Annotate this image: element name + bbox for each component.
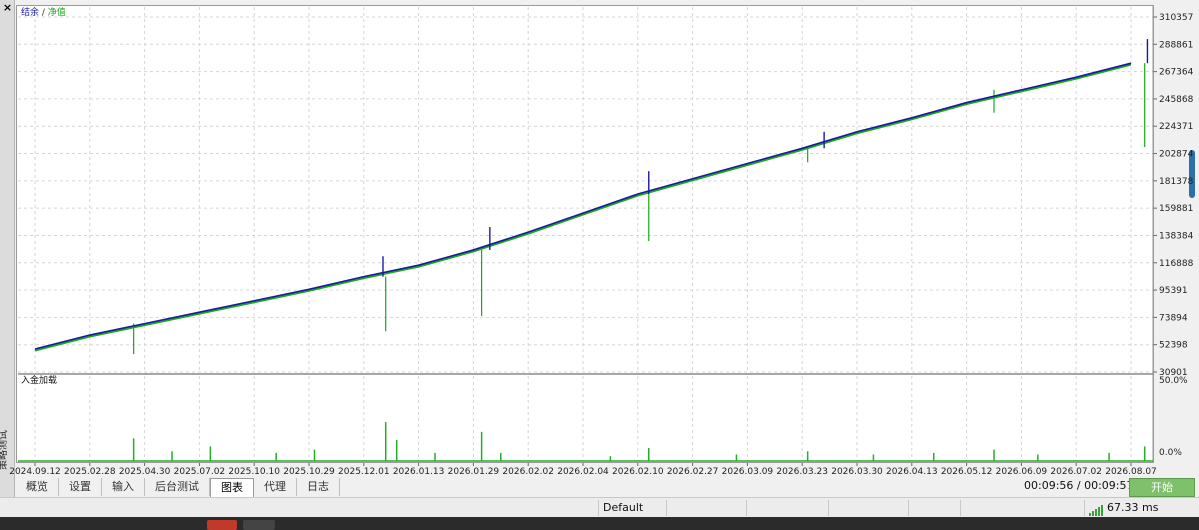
y-tick-label: 181378 — [1159, 177, 1194, 187]
deposit-load-legend: 入金加载 — [21, 374, 57, 386]
chart-legend: 结余 / 净值 — [21, 6, 66, 18]
status-cell-empty-2 — [746, 500, 828, 516]
y-tick-label: 267364 — [1159, 68, 1194, 78]
x-tick-label: 2025.10.29 — [283, 467, 335, 477]
tester-tabs: 概览 设置 输入 后台测试 图表 代理 日志 — [16, 477, 1126, 497]
y-tick-label: 202874 — [1159, 150, 1194, 160]
status-bar: Default 67.33 ms — [0, 497, 1199, 518]
start-button[interactable]: 开始 — [1129, 478, 1195, 497]
tab-overview[interactable]: 概览 — [16, 478, 59, 496]
y-tick-label: 159881 — [1159, 204, 1193, 214]
x-tick-label: 2026.02.10 — [612, 467, 664, 477]
y-tick-label: 245868 — [1159, 95, 1194, 105]
tab-agents[interactable]: 代理 — [254, 478, 297, 496]
x-tick-label: 2026.06.09 — [996, 467, 1048, 477]
y-tick-label: 95391 — [1159, 286, 1188, 296]
x-tick-label: 2026.01.13 — [393, 467, 445, 477]
x-tick-label: 2025.02.28 — [64, 467, 116, 477]
tab-settings[interactable]: 设置 — [59, 478, 102, 496]
y-tick-label: 310357 — [1159, 13, 1193, 23]
status-cell-empty-4 — [908, 500, 960, 516]
y-tick-label: 138384 — [1159, 231, 1194, 241]
y-tick-label: 52398 — [1159, 341, 1188, 351]
x-tick-label: 2026.02.27 — [667, 467, 719, 477]
profile-status: Default — [598, 500, 666, 516]
x-tick-label: 2026.08.07 — [1105, 467, 1157, 477]
x-tick-label: 2025.07.02 — [174, 467, 226, 477]
taskbar-app-icon[interactable] — [243, 520, 275, 530]
elapsed-timer: 00:09:56 / 00:09:57 — [1024, 479, 1134, 492]
x-tick-label: 2026.03.23 — [776, 467, 828, 477]
ping-value: 67.33 ms — [1107, 501, 1159, 514]
tab-journal[interactable]: 日志 — [297, 478, 340, 496]
legend-item: 净值 — [48, 6, 66, 18]
signal-bars-icon — [1089, 500, 1104, 516]
connection-status: 67.33 ms — [1084, 500, 1194, 516]
status-cell-empty-3 — [828, 500, 908, 516]
x-tick-label: 2026.07.02 — [1050, 467, 1102, 477]
y-tick-label: 0.0% — [1159, 448, 1182, 458]
tab-backtest[interactable]: 后台测试 — [145, 478, 210, 496]
x-tick-label: 2026.02.02 — [502, 467, 554, 477]
legend-item: 结余 — [21, 6, 39, 18]
x-tick-label: 2026.03.30 — [831, 467, 883, 477]
taskbar-app-icon[interactable] — [207, 520, 237, 530]
tab-inputs[interactable]: 输入 — [102, 478, 145, 496]
x-tick-label: 2025.12.01 — [338, 467, 390, 477]
x-tick-label: 2026.04.13 — [886, 467, 938, 477]
balance-equity-chart: 310357 288861 267364 245868 224371 202874 1813… — [9, 5, 1194, 477]
status-cell-empty-1 — [666, 500, 746, 516]
status-cell-empty-5 — [960, 500, 1084, 516]
os-taskbar — [0, 517, 1199, 530]
x-tick-label: 2024.09.12 — [9, 467, 61, 477]
y-tick-label: 224371 — [1159, 122, 1193, 132]
x-tick-label: 2025.04.30 — [119, 467, 171, 477]
x-tick-label: 2026.02.04 — [557, 467, 609, 477]
x-tick-label: 2026.05.12 — [941, 467, 993, 477]
y-tick-label: 50.0% — [1159, 376, 1188, 386]
y-tick-label: 73894 — [1159, 313, 1188, 323]
y-tick-label: 116888 — [1159, 259, 1194, 269]
tab-graph[interactable]: 图表 — [210, 477, 254, 497]
x-tick-label: 2026.03.09 — [722, 467, 774, 477]
y-tick-label: 288861 — [1159, 40, 1193, 50]
x-tick-label: 2025.10.10 — [228, 467, 280, 477]
x-tick-label: 2026.01.29 — [448, 467, 500, 477]
